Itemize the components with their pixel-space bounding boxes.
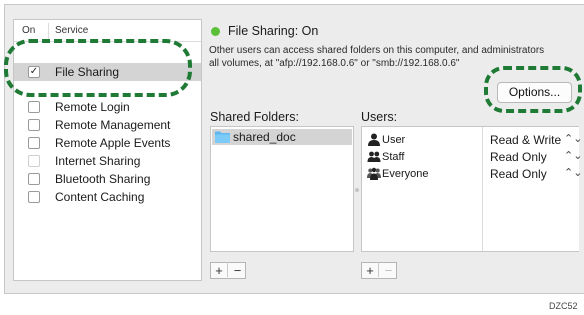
permission-stepper-icon[interactable]: ⌃⌄ <box>564 166 582 179</box>
header-separator <box>48 23 49 39</box>
permission-stepper-icon[interactable]: ⌃⌄ <box>564 149 582 162</box>
status-description-line1: Other users can access shared folders on… <box>209 45 545 56</box>
internet-sharing-checkbox[interactable] <box>28 155 40 167</box>
service-item-remote-apple-events[interactable]: Remote Apple Events <box>14 134 201 152</box>
remote-management-checkbox[interactable] <box>28 119 40 131</box>
add-folder-button[interactable]: + <box>211 262 228 278</box>
figure-code: DZC52 <box>549 301 578 311</box>
service-item-label: Remote Management <box>55 118 171 132</box>
bluetooth-sharing-checkbox[interactable] <box>28 173 40 185</box>
service-item-label: Bluetooth Sharing <box>55 172 151 186</box>
status-indicator-icon <box>211 27 220 36</box>
everyone-icon <box>367 167 381 180</box>
status-title: File Sharing: On <box>228 24 319 38</box>
header-service: Service <box>55 25 89 36</box>
options-callout <box>484 66 582 113</box>
file-sharing-callout <box>4 39 192 97</box>
users-label: Users: <box>361 110 398 124</box>
shared-folders-list: shared_doc <box>210 126 354 252</box>
service-item-remote-management[interactable]: Remote Management <box>14 116 201 134</box>
shared-folder-name: shared_doc <box>233 130 296 144</box>
service-item-label: Remote Apple Events <box>55 136 171 150</box>
shared-folders-label: Shared Folders: <box>210 110 299 124</box>
add-user-button[interactable]: + <box>362 262 379 278</box>
group-icon <box>367 151 381 162</box>
permission-stepper-icon[interactable]: ⌃⌄ <box>564 132 582 145</box>
single-user-icon <box>368 133 380 146</box>
user-name: User <box>382 134 406 146</box>
service-item-label: Content Caching <box>55 190 145 204</box>
splitter-handle[interactable] <box>355 188 359 192</box>
service-item-bluetooth-sharing[interactable]: Bluetooth Sharing <box>14 170 201 188</box>
remove-folder-button[interactable]: − <box>229 262 246 278</box>
remote-apple-events-checkbox[interactable] <box>28 137 40 149</box>
folder-icon <box>215 131 230 143</box>
remote-login-checkbox[interactable] <box>28 101 40 113</box>
user-permission[interactable]: Read Only <box>490 167 547 181</box>
service-item-internet-sharing[interactable]: Internet Sharing <box>14 152 201 170</box>
service-item-content-caching[interactable]: Content Caching <box>14 188 201 206</box>
content-caching-checkbox[interactable] <box>28 191 40 203</box>
user-name: Staff <box>382 151 405 163</box>
header-on: On <box>22 25 36 36</box>
shared-folders-add-remove: + − <box>210 262 246 279</box>
users-list: User Read & Write ⌃⌄ Staff Read Only ⌃⌄ … <box>361 126 582 252</box>
service-item-remote-login[interactable]: Remote Login <box>14 98 201 116</box>
users-add-remove: + − <box>361 262 397 279</box>
user-name: Everyone <box>382 168 429 180</box>
user-permission[interactable]: Read & Write <box>490 133 561 147</box>
user-permission[interactable]: Read Only <box>490 150 547 164</box>
user-row-staff[interactable]: Staff Read Only ⌃⌄ <box>362 149 582 166</box>
user-row-user[interactable]: User Read & Write ⌃⌄ <box>362 132 582 149</box>
service-item-label: Internet Sharing <box>55 154 141 168</box>
service-item-label: Remote Login <box>55 100 130 114</box>
remove-user-button[interactable]: − <box>380 262 397 278</box>
user-row-everyone[interactable]: Everyone Read Only ⌃⌄ <box>362 166 582 183</box>
shared-folder-row[interactable]: shared_doc <box>212 129 352 145</box>
